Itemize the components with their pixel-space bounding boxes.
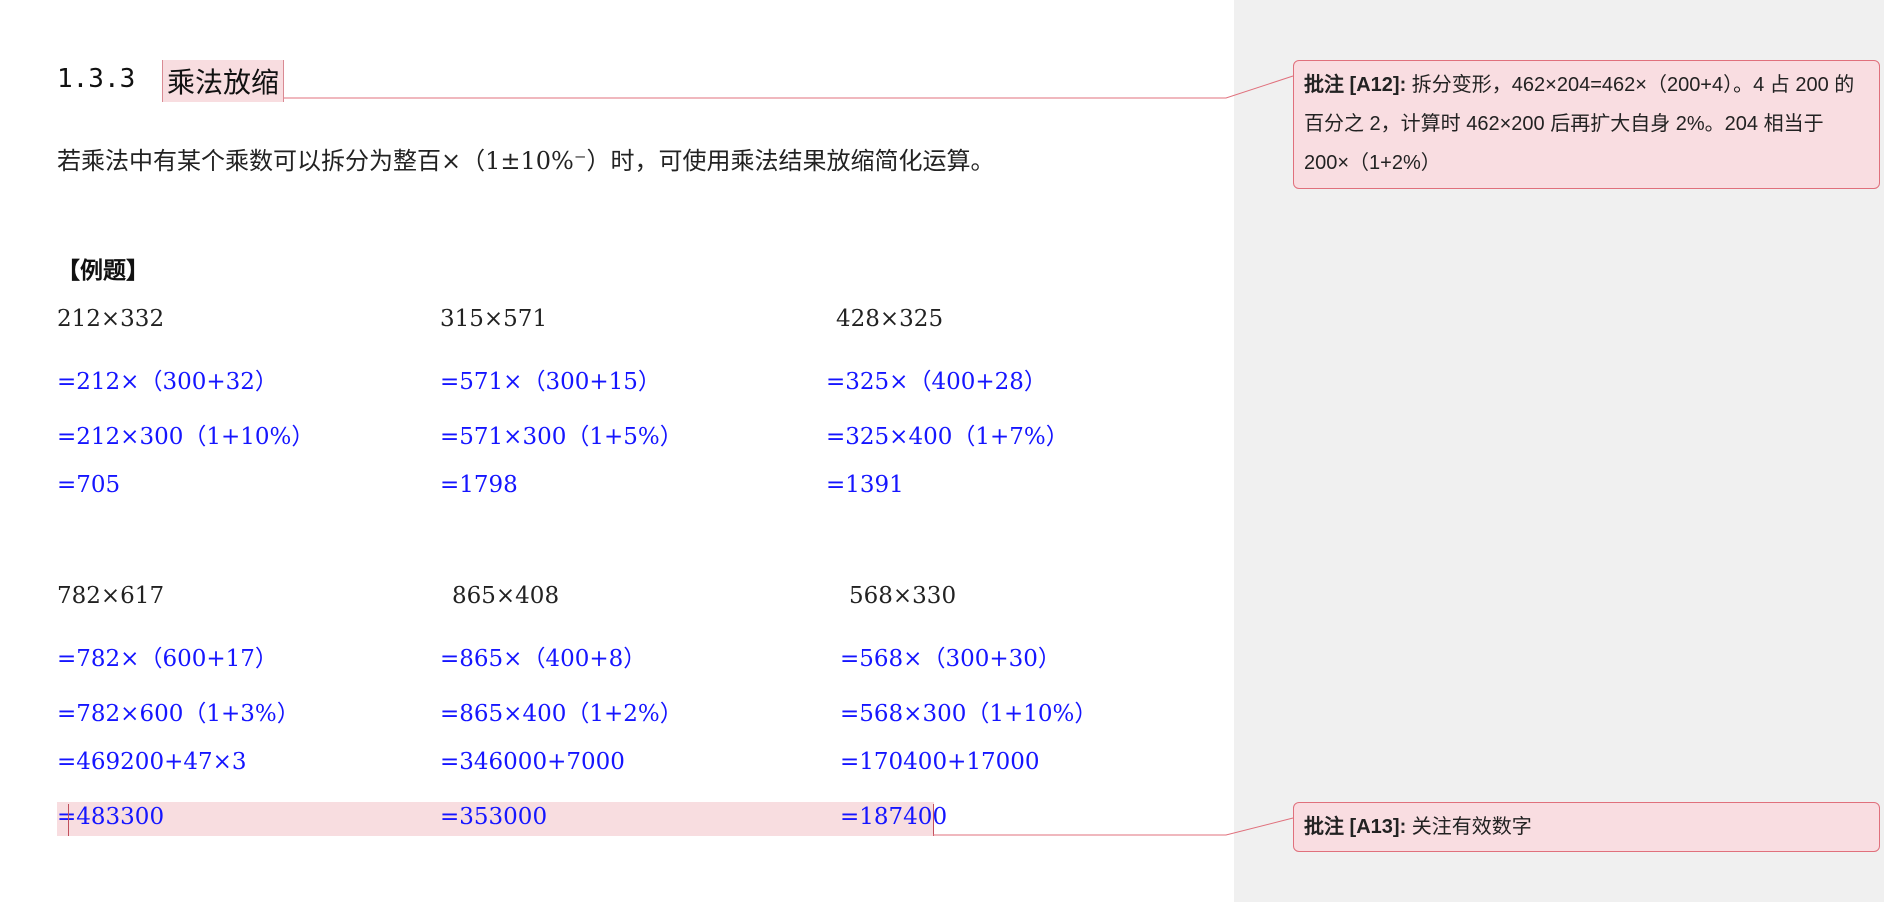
comment-a12-connector [284, 75, 1294, 99]
comment-a13[interactable]: 批注 [A13]: 关注有效数字 [1293, 802, 1880, 852]
comment-author: 批注 [A12]: [1304, 74, 1407, 96]
comment-author: 批注 [A13]: [1304, 816, 1407, 838]
comment-a13-connector [933, 817, 1294, 836]
comment-a12[interactable]: 批注 [A12]: 拆分变形，462×204=462×（200+4）。4 占 2… [1293, 60, 1880, 189]
comment-text: 关注有效数字 [1411, 816, 1532, 838]
